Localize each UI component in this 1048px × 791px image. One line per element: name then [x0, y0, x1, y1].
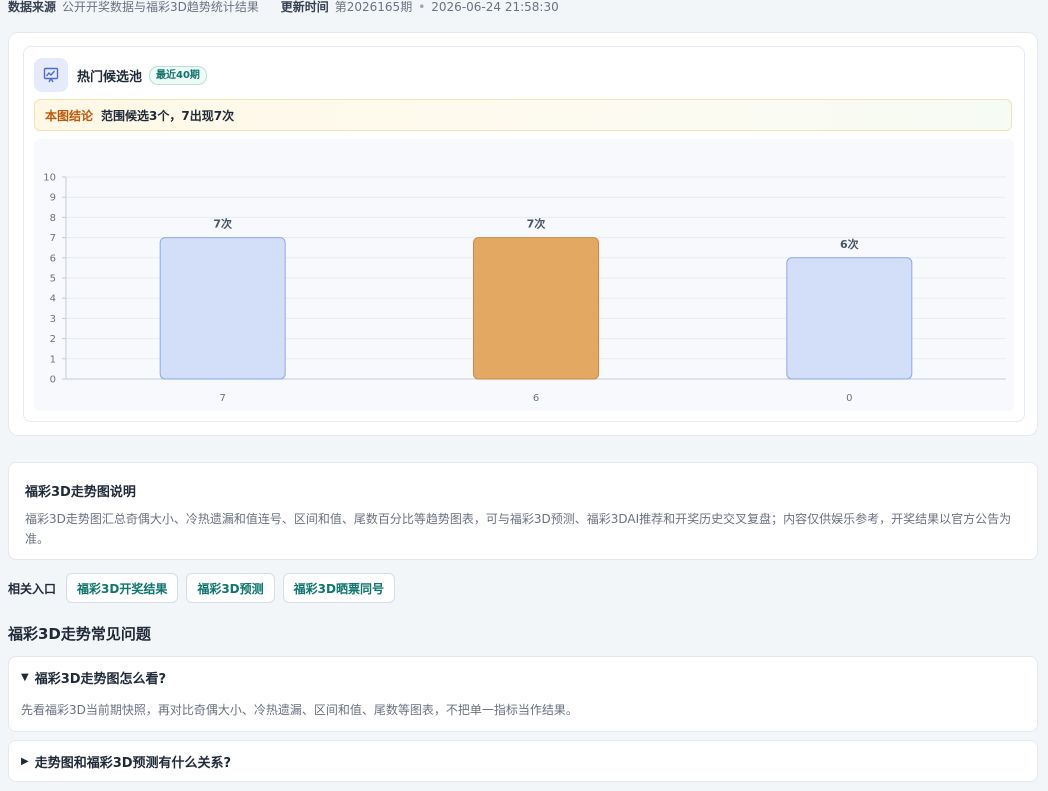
update-label: 更新时间 [280, 0, 329, 14]
bar-chart: 0 1 2 3 4 5 6 7 8 9 10 7次 7 7次 6 6次 0 [34, 139, 1014, 411]
related-links: 相关入口 福彩3D开奖结果 福彩3D预测 福彩3D晒票同号 [8, 572, 403, 604]
y-tick-label: 7 [50, 233, 56, 244]
chart-icon [34, 58, 68, 92]
x-tick-label: 7 [219, 393, 225, 404]
y-tick-label: 6 [50, 253, 56, 264]
faq-heading: 福彩3D走势常见问题 [8, 625, 151, 643]
link-prediction[interactable]: 福彩3D预测 [186, 573, 275, 603]
faq-item-collapsed: ▶ 走势图和福彩3D预测有什么关系? [8, 740, 1038, 782]
period-badge: 最近40期 [149, 65, 207, 85]
card-header: 热门候选池 最近40期 [34, 57, 207, 93]
y-tick-label: 5 [50, 274, 56, 285]
y-tick-label: 3 [50, 314, 56, 325]
issue-number: 第2026165期 [334, 0, 413, 14]
bar-value-label: 6次 [840, 237, 859, 251]
hot-candidate-card: 热门候选池 最近40期 本图结论 范围候选3个，7出现7次 0 1 2 3 4 5 6 7 8 9… [23, 46, 1025, 422]
y-tick-label: 2 [50, 334, 56, 345]
bar [473, 237, 599, 380]
conclusion-tag: 本图结论 [45, 108, 94, 123]
faq-item-expanded: ▼ 福彩3D走势图怎么看? 先看福彩3D当前期快照，再对比奇偶大小、冷热遗漏、区… [8, 656, 1038, 732]
related-label: 相关入口 [8, 581, 57, 596]
y-tick-label: 9 [50, 193, 56, 204]
bar-value-label: 7次 [213, 217, 232, 231]
bar [159, 237, 286, 380]
conclusion-text: 范围候选3个，7出现7次 [101, 108, 235, 123]
x-tick-label: 6 [533, 393, 539, 404]
caret-right-icon: ▶ [21, 756, 29, 767]
faq-question-2[interactable]: ▶ 走势图和福彩3D预测有什么关系? [21, 752, 231, 771]
card-title: 热门候选池 [77, 69, 143, 85]
x-tick-label: 0 [846, 393, 852, 404]
faq-question-text: 走势图和福彩3D预测有什么关系? [34, 756, 232, 771]
source-value: 公开开奖数据与福彩3D趋势统计结果 [62, 0, 259, 14]
link-ticket-share[interactable]: 福彩3D晒票同号 [282, 573, 395, 603]
link-draw-results[interactable]: 福彩3D开奖结果 [66, 573, 179, 603]
faq-question-text: 福彩3D走势图怎么看? [34, 672, 167, 687]
faq-answer-1: 先看福彩3D当前期快照，再对比奇偶大小、冷热遗漏、区间和值、尾数等图表，不把单一… [21, 703, 578, 717]
separator-dot: • [418, 0, 426, 14]
bar [786, 257, 913, 380]
description-body: 福彩3D走势图汇总奇偶大小、冷热遗漏和值连号、区间和值、尾数百分比等趋势图表，可… [25, 512, 1012, 546]
source-label: 数据来源 [8, 0, 57, 14]
description-title: 福彩3D走势图说明 [25, 485, 136, 500]
y-tick-label: 1 [50, 354, 56, 365]
data-meta-bar: 数据来源 公开开奖数据与福彩3D趋势统计结果 更新时间 第2026165期 • 2026… [8, 0, 559, 16]
description-card: 福彩3D走势图说明 福彩3D走势图汇总奇偶大小、冷热遗漏和值连号、区间和值、尾数… [8, 462, 1038, 560]
y-tick-label: 0 [50, 375, 56, 386]
y-tick-label: 8 [50, 213, 56, 224]
y-tick-label: 4 [50, 294, 56, 305]
bar-value-label: 7次 [527, 217, 546, 231]
conclusion-banner: 本图结论 范围候选3个，7出现7次 [34, 99, 1012, 131]
y-tick-label: 10 [43, 173, 56, 184]
faq-question-1[interactable]: ▼ 福彩3D走势图怎么看? [21, 668, 166, 687]
update-datetime: 2026-06-24 21:58:30 [431, 0, 559, 14]
bar-chart-svg: 0 1 2 3 4 5 6 7 8 9 10 7次 7 7次 6 6次 0 [43, 173, 1006, 404]
chart-panel: 热门候选池 最近40期 本图结论 范围候选3个，7出现7次 0 1 2 3 4 5 6 7 8 9… [8, 32, 1038, 436]
caret-down-icon: ▼ [21, 672, 29, 683]
